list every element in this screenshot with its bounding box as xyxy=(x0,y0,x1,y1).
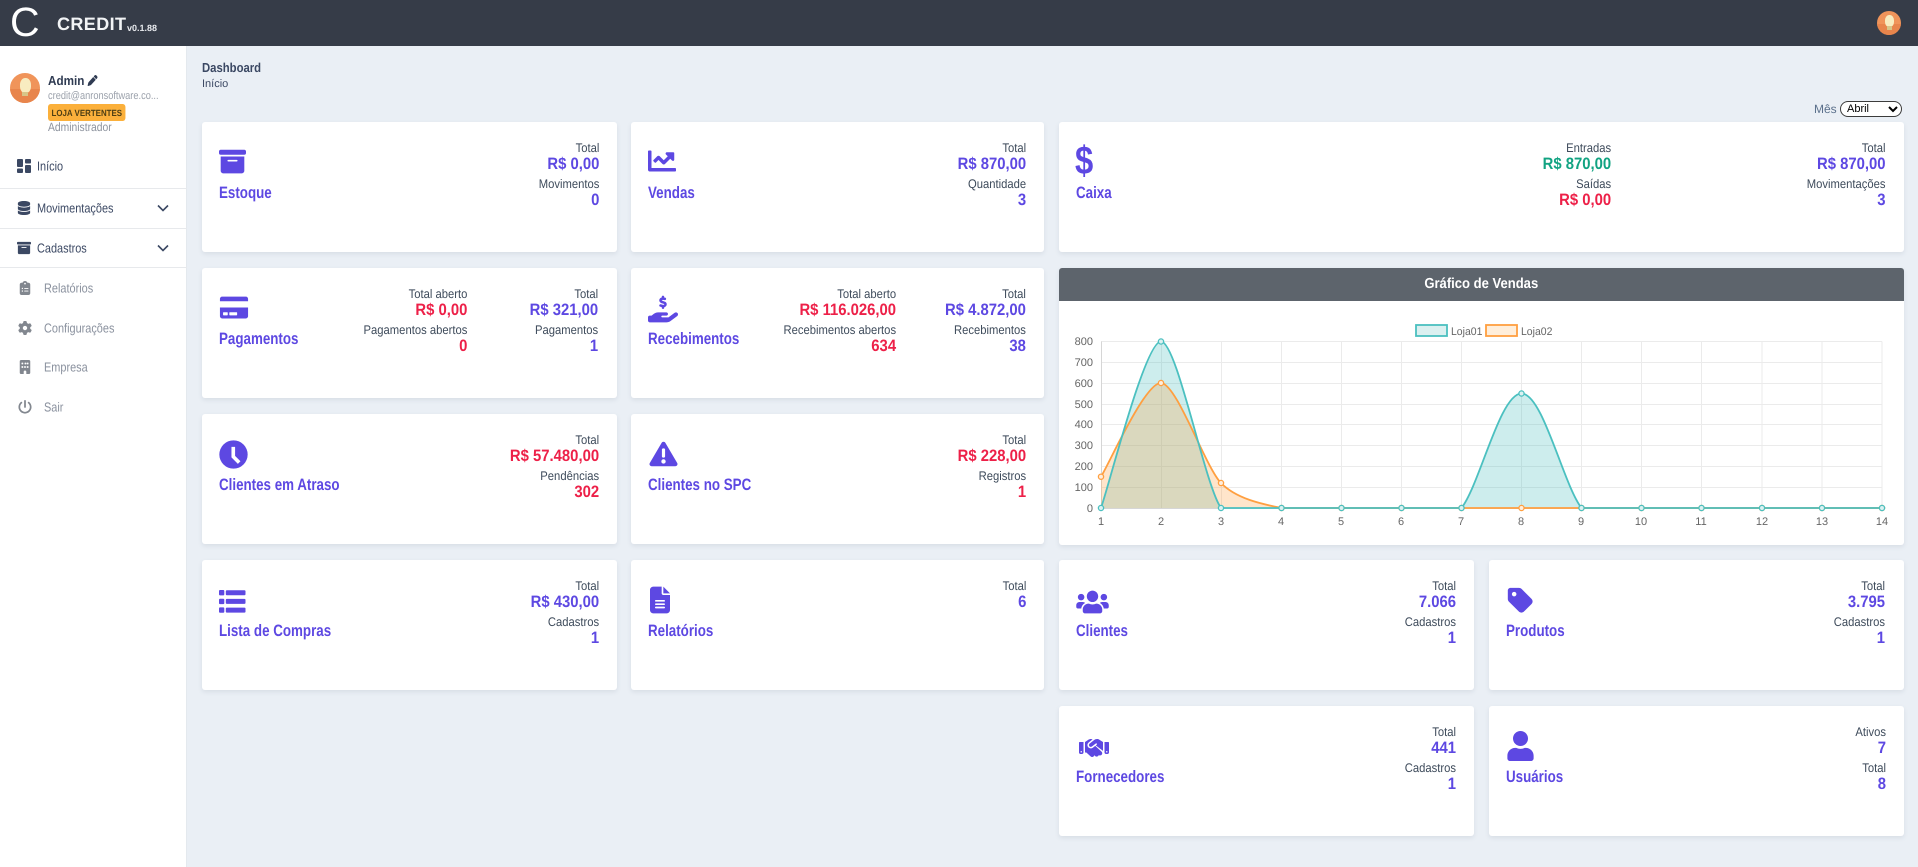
svg-text:2: 2 xyxy=(1158,516,1164,528)
svg-text:8: 8 xyxy=(1518,516,1524,528)
svg-text:12: 12 xyxy=(1756,516,1768,528)
svg-text:700: 700 xyxy=(1075,357,1093,369)
svg-text:100: 100 xyxy=(1075,482,1093,494)
svg-text:13: 13 xyxy=(1816,516,1828,528)
svg-text:3: 3 xyxy=(1218,516,1224,528)
svg-text:1: 1 xyxy=(1098,516,1104,528)
svg-text:Loja01: Loja01 xyxy=(1451,326,1482,338)
svg-text:800: 800 xyxy=(1075,336,1093,348)
svg-text:11: 11 xyxy=(1695,516,1706,528)
svg-text:0: 0 xyxy=(1087,503,1093,515)
svg-text:Loja02: Loja02 xyxy=(1521,326,1552,338)
svg-text:4: 4 xyxy=(1278,516,1284,528)
svg-text:7: 7 xyxy=(1458,516,1464,528)
svg-text:500: 500 xyxy=(1075,399,1093,411)
svg-text:400: 400 xyxy=(1075,419,1093,431)
svg-text:5: 5 xyxy=(1338,516,1344,528)
svg-text:14: 14 xyxy=(1876,516,1888,528)
svg-text:10: 10 xyxy=(1635,516,1647,528)
svg-text:600: 600 xyxy=(1075,378,1093,390)
svg-text:300: 300 xyxy=(1075,440,1093,452)
svg-text:6: 6 xyxy=(1398,516,1404,528)
svg-text:200: 200 xyxy=(1075,461,1093,473)
svg-text:9: 9 xyxy=(1578,516,1584,528)
